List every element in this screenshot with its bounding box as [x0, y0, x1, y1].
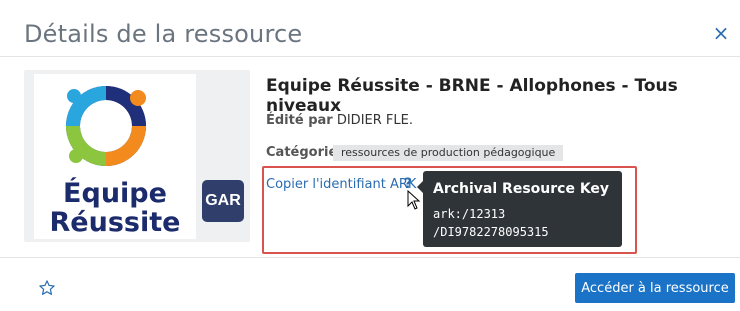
editor-line: Édité par DIDIER FLE. — [266, 113, 413, 128]
access-resource-button[interactable]: Accéder à la ressource — [575, 273, 735, 303]
tooltip-ark-code: ark:/12313 /DI9782278095315 — [433, 205, 612, 241]
resource-title: Equipe Réussite - BRNE - Allophones - To… — [266, 76, 678, 116]
mouse-cursor-icon — [407, 190, 421, 210]
footer-divider — [0, 257, 740, 258]
logo-graphic — [66, 86, 146, 166]
editor-name: DIDIER FLE. — [332, 113, 413, 128]
resource-details-modal: Détails de la ressource × Équipe Réussit… — [0, 0, 740, 311]
edited-by-label: Édité par — [266, 113, 333, 128]
logo-word-reussite: Réussite — [49, 207, 181, 238]
copy-ark-link[interactable]: Copier l'identifiant ARK — [266, 177, 416, 192]
ark-code-line2: /DI9782278095315 — [433, 225, 549, 239]
header-divider — [0, 56, 740, 57]
category-badge: ressources de production pédagogique — [333, 145, 564, 161]
modal-title: Détails de la ressource — [24, 20, 303, 48]
gar-badge: GAR — [202, 180, 244, 222]
ark-tooltip: Archival Resource Key ark:/12313 /DI9782… — [417, 171, 622, 247]
close-icon[interactable]: × — [710, 22, 732, 44]
star-outline-icon[interactable] — [38, 279, 56, 297]
resource-thumbnail: Équipe Réussite GAR — [24, 70, 250, 242]
tooltip-title: Archival Resource Key — [433, 181, 610, 197]
logo-word-equipe: Équipe — [63, 178, 167, 209]
category-label: Catégorie — [266, 145, 338, 160]
equipe-reussite-logo: Équipe Réussite — [34, 74, 196, 239]
ark-code-line1: ark:/12313 — [433, 207, 506, 221]
